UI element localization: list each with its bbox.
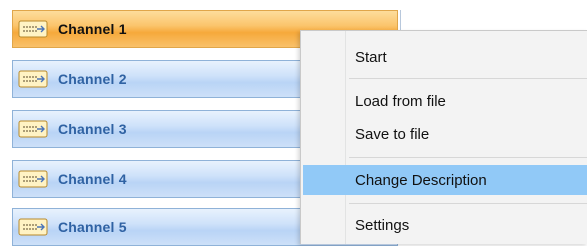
channel-connector-icon — [18, 170, 48, 188]
channel-label: Channel 3 — [58, 121, 127, 137]
menu-item-label: Load from file — [355, 92, 446, 110]
channel-label: Channel 4 — [58, 171, 127, 187]
menu-item-label: Start — [355, 48, 387, 66]
channel-connector-icon — [18, 120, 48, 138]
channel-label: Channel 2 — [58, 71, 127, 87]
menu-item-save-to-file[interactable]: Save to file — [303, 119, 587, 149]
channel-connector-icon — [18, 70, 48, 88]
menu-item-start[interactable]: Start — [303, 42, 587, 72]
menu-item-label: Change Description — [355, 171, 487, 189]
menu-item-change-description[interactable]: Change Description — [303, 165, 587, 195]
menu-item-settings[interactable]: Settings — [303, 210, 587, 240]
menu-item-load-from-file[interactable]: Load from file — [303, 86, 587, 116]
channel-label: Channel 1 — [58, 21, 127, 37]
menu-separator — [349, 203, 587, 204]
context-menu: Start Load from file Save to file Change… — [300, 30, 587, 244]
menu-item-label: Settings — [355, 216, 410, 234]
menu-separator — [349, 78, 587, 79]
menu-item-label: Save to file — [355, 125, 430, 143]
channel-connector-icon — [18, 218, 48, 236]
menu-separator — [349, 157, 587, 158]
channel-label: Channel 5 — [58, 219, 127, 235]
channel-connector-icon — [18, 20, 48, 38]
